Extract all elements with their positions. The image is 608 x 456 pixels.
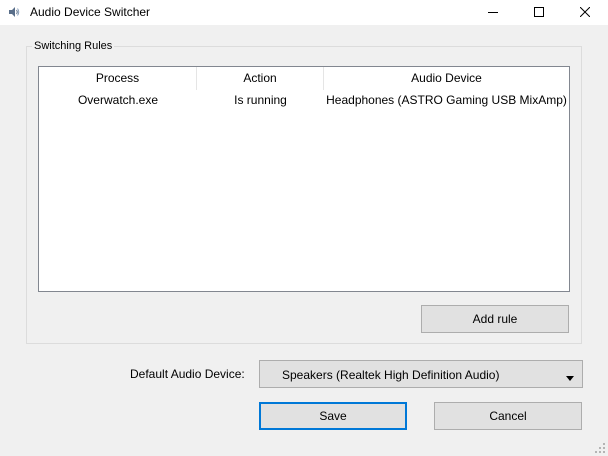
table-row[interactable]: Overwatch.exe Is running Headphones (AST… [39, 90, 569, 110]
cancel-button[interactable]: Cancel [434, 402, 582, 430]
close-button[interactable] [562, 0, 608, 25]
close-icon [579, 6, 591, 20]
default-device-value: Speakers (Realtek High Definition Audio) [282, 368, 500, 382]
column-header-process[interactable]: Process [39, 67, 197, 90]
maximize-button[interactable] [516, 0, 562, 25]
rules-list[interactable]: Process Action Audio Device Overwatch.ex… [38, 66, 570, 292]
maximize-icon [534, 6, 544, 20]
default-device-label: Default Audio Device: [130, 367, 245, 381]
resize-grip-icon[interactable] [594, 442, 606, 454]
chevron-down-icon [566, 371, 574, 381]
default-device-dropdown[interactable]: Speakers (Realtek High Definition Audio) [259, 360, 583, 388]
rules-list-header: Process Action Audio Device [39, 67, 569, 90]
window-title: Audio Device Switcher [30, 5, 151, 19]
rule-action-cell: Is running [234, 93, 287, 107]
save-button[interactable]: Save [259, 402, 407, 430]
column-header-action[interactable]: Action [197, 67, 324, 90]
title-bar[interactable]: Audio Device Switcher [0, 0, 608, 25]
column-header-audio-device[interactable]: Audio Device [324, 67, 569, 90]
minimize-icon [488, 6, 498, 20]
rule-device-cell: Headphones (ASTRO Gaming USB MixAmp) [326, 93, 567, 107]
add-rule-button[interactable]: Add rule [421, 305, 569, 333]
switching-rules-title: Switching Rules [32, 40, 115, 53]
app-window: Audio Device Switcher Switching Rules Pr… [0, 0, 608, 456]
speaker-icon [8, 6, 20, 18]
minimize-button[interactable] [470, 0, 516, 25]
rule-process-cell: Overwatch.exe [77, 93, 159, 107]
